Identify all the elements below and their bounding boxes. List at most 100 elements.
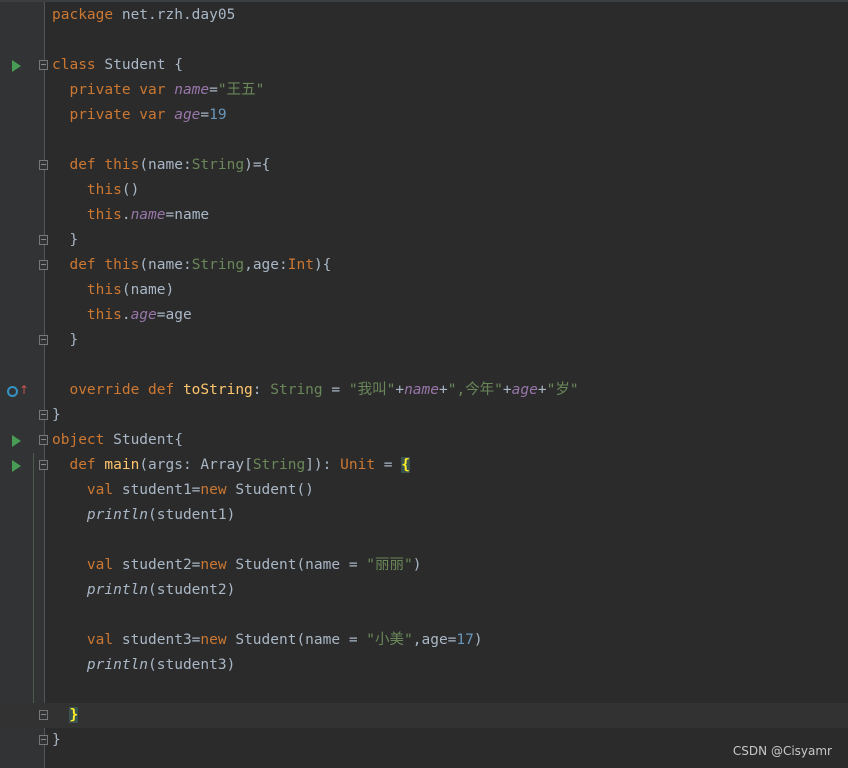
code-line[interactable]: this(): [0, 178, 848, 203]
code-line[interactable]: [0, 28, 848, 53]
code-token: Int: [287, 257, 314, 273]
code-token: ){: [313, 257, 332, 273]
code-line[interactable]: object Student{: [0, 428, 848, 453]
code-token: def: [52, 157, 105, 173]
code-token: :: [252, 382, 271, 398]
code-token: (student2): [148, 582, 236, 598]
fold-icon[interactable]: [39, 260, 48, 270]
code-token: this: [104, 157, 140, 173]
code-text: def this(name:String,age:Int){: [52, 256, 331, 274]
code-line[interactable]: [0, 353, 848, 378]
code-line[interactable]: }: [0, 228, 848, 253]
code-line[interactable]: }: [0, 403, 848, 428]
code-line[interactable]: val student1=new Student(): [0, 478, 848, 503]
code-text: this.name=name: [52, 206, 209, 224]
code-token: private var: [52, 107, 175, 123]
code-token: }: [52, 732, 61, 748]
code-line[interactable]: private var age=19: [0, 103, 848, 128]
code-token: Student {: [104, 57, 183, 73]
code-text: val student3=new Student(name = "小美",age…: [52, 631, 483, 649]
code-token: (student1): [148, 507, 236, 523]
code-text: override def toString: String = "我叫"+nam…: [52, 381, 578, 399]
code-token: ,age=: [412, 632, 457, 648]
code-line[interactable]: }: [0, 328, 848, 353]
code-token: this: [52, 282, 122, 298]
code-token: (student3): [148, 657, 236, 673]
code-token: ): [412, 557, 422, 573]
fold-icon[interactable]: [39, 435, 48, 445]
code-token: student1=: [121, 482, 201, 498]
code-line[interactable]: }: [0, 703, 848, 728]
code-text: println(student1): [52, 506, 235, 524]
code-token: String: [191, 157, 245, 173]
code-token: .: [121, 307, 131, 323]
code-token: }: [52, 232, 79, 248]
editor-top-border: [0, 0, 848, 2]
code-token: val: [52, 557, 122, 573]
code-token: =: [200, 107, 210, 123]
code-editor[interactable]: package net.rzh.day05 class Student { pri…: [0, 0, 848, 768]
code-line[interactable]: this.name=name: [0, 203, 848, 228]
fold-icon[interactable]: [39, 60, 48, 70]
code-token: }: [52, 332, 79, 348]
code-token: println: [52, 657, 149, 673]
code-token: age: [174, 107, 201, 123]
code-text: }: [52, 406, 61, 424]
code-text: package net.rzh.day05: [52, 6, 235, 24]
code-line[interactable]: println(student3): [0, 653, 848, 678]
code-token: ",今年": [447, 382, 503, 398]
code-line[interactable]: val student2=new Student(name = "丽丽"): [0, 553, 848, 578]
fold-icon[interactable]: [39, 160, 48, 170]
code-token: (name:: [139, 257, 192, 273]
code-token: =: [209, 82, 218, 98]
code-line[interactable]: val student3=new Student(name = "小美",age…: [0, 628, 848, 653]
code-token: this: [52, 307, 122, 323]
run-icon[interactable]: [12, 60, 21, 72]
code-text: this.age=age: [52, 306, 192, 324]
code-line[interactable]: [0, 128, 848, 153]
code-token: net.rzh.day05: [121, 7, 236, 23]
code-text: val student1=new Student(): [52, 481, 314, 499]
fold-icon[interactable]: [39, 335, 48, 345]
code-token: =age: [156, 307, 192, 323]
code-line[interactable]: class Student {: [0, 53, 848, 78]
code-line[interactable]: ↑ override def toString: String = "我叫"+n…: [0, 378, 848, 403]
run-icon[interactable]: [12, 460, 21, 472]
code-text: val student2=new Student(name = "丽丽"): [52, 556, 422, 574]
code-line[interactable]: this(name): [0, 278, 848, 303]
code-token: ]):: [305, 457, 341, 473]
code-text: }: [52, 731, 61, 749]
code-token: override def: [52, 382, 183, 398]
code-token: val: [52, 482, 122, 498]
code-line[interactable]: println(student1): [0, 503, 848, 528]
code-line[interactable]: [0, 528, 848, 553]
code-token: package: [52, 7, 122, 23]
code-line[interactable]: }: [0, 728, 848, 753]
code-token: =: [322, 382, 349, 398]
fold-icon[interactable]: [39, 735, 48, 745]
code-line[interactable]: package net.rzh.day05: [0, 3, 848, 28]
code-line[interactable]: def this(name:String,age:Int){: [0, 253, 848, 278]
fold-icon[interactable]: [39, 410, 48, 420]
code-line[interactable]: def main(args: Array[String]): Unit = {: [0, 453, 848, 478]
run-icon[interactable]: [12, 435, 21, 447]
code-text: private var name="王五": [52, 81, 264, 99]
fold-icon[interactable]: [39, 460, 48, 470]
code-line[interactable]: [0, 678, 848, 703]
code-token: Student(name =: [235, 632, 367, 648]
override-method-icon[interactable]: ↑: [7, 383, 29, 398]
code-line[interactable]: this.age=age: [0, 303, 848, 328]
code-line[interactable]: def this(name:String)={: [0, 153, 848, 178]
code-line[interactable]: private var name="王五": [0, 78, 848, 103]
fold-icon[interactable]: [39, 235, 48, 245]
code-line[interactable]: [0, 603, 848, 628]
code-text: private var age=19: [52, 106, 226, 124]
fold-icon[interactable]: [39, 710, 48, 720]
code-token: (args: Array[: [139, 457, 253, 473]
code-token: def: [52, 457, 105, 473]
code-token: "王五": [217, 82, 265, 98]
code-token: (name:: [139, 157, 192, 173]
code-token: this: [52, 207, 122, 223]
code-text: println(student3): [52, 656, 235, 674]
code-line[interactable]: println(student2): [0, 578, 848, 603]
